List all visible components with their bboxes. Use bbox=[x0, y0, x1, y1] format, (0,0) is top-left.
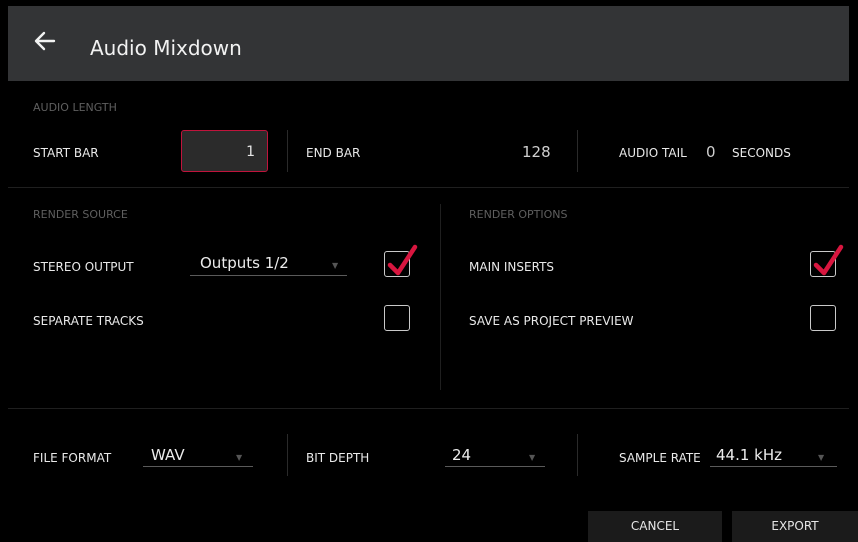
back-arrow-icon[interactable] bbox=[32, 28, 58, 54]
header-bar: Audio Mixdown bbox=[8, 6, 849, 81]
divider bbox=[577, 130, 578, 172]
file-format-label: FILE FORMAT bbox=[33, 451, 112, 465]
audio-tail-unit: SECONDS bbox=[732, 146, 791, 160]
audio-tail-label: AUDIO TAIL bbox=[619, 146, 687, 160]
cancel-button[interactable]: CANCEL bbox=[588, 511, 722, 542]
audio-length-section-label: AUDIO LENGTH bbox=[33, 101, 117, 114]
section-divider bbox=[8, 187, 849, 188]
end-bar-label: END BAR bbox=[306, 146, 361, 160]
render-source-section-label: RENDER SOURCE bbox=[33, 208, 128, 221]
separate-tracks-checkbox[interactable] bbox=[384, 305, 410, 331]
chevron-down-icon[interactable]: ▼ bbox=[236, 453, 242, 462]
bit-depth-underline bbox=[445, 466, 545, 467]
start-bar-value: 1 bbox=[246, 144, 255, 160]
stereo-output-checkbox[interactable] bbox=[384, 244, 418, 277]
section-divider bbox=[8, 408, 849, 409]
audio-tail-value[interactable]: 0 bbox=[706, 143, 716, 161]
chevron-down-icon[interactable]: ▼ bbox=[529, 453, 535, 462]
save-preview-checkbox[interactable] bbox=[810, 305, 836, 331]
stereo-output-select[interactable]: Outputs 1/2 bbox=[200, 254, 289, 272]
divider bbox=[287, 130, 288, 172]
chevron-down-icon[interactable]: ▼ bbox=[332, 261, 338, 270]
bit-depth-select[interactable]: 24 bbox=[452, 446, 471, 464]
divider bbox=[577, 434, 578, 476]
start-bar-input[interactable]: 1 bbox=[181, 130, 268, 172]
file-format-select[interactable]: WAV bbox=[151, 446, 185, 464]
checkmark-icon bbox=[813, 244, 844, 276]
sample-rate-label: SAMPLE RATE bbox=[619, 451, 701, 465]
render-options-section-label: RENDER OPTIONS bbox=[469, 208, 568, 221]
main-inserts-label: MAIN INSERTS bbox=[469, 260, 555, 274]
file-format-underline bbox=[143, 466, 253, 467]
end-bar-value[interactable]: 128 bbox=[522, 143, 551, 161]
start-bar-label: START BAR bbox=[33, 146, 99, 160]
chevron-down-icon[interactable]: ▼ bbox=[818, 453, 824, 462]
page-title: Audio Mixdown bbox=[90, 36, 242, 60]
stereo-output-label: STEREO OUTPUT bbox=[33, 260, 134, 274]
sample-rate-underline bbox=[710, 466, 837, 467]
divider bbox=[287, 434, 288, 476]
main-panel bbox=[8, 81, 849, 542]
export-button[interactable]: EXPORT bbox=[732, 511, 858, 542]
bit-depth-label: BIT DEPTH bbox=[306, 451, 370, 465]
column-divider bbox=[440, 204, 441, 390]
save-preview-label: SAVE AS PROJECT PREVIEW bbox=[469, 314, 634, 328]
stereo-output-underline bbox=[190, 275, 347, 276]
checkmark-icon bbox=[387, 244, 418, 276]
separate-tracks-label: SEPARATE TRACKS bbox=[33, 314, 144, 328]
sample-rate-select[interactable]: 44.1 kHz bbox=[716, 446, 782, 464]
main-inserts-checkbox[interactable] bbox=[810, 244, 844, 277]
